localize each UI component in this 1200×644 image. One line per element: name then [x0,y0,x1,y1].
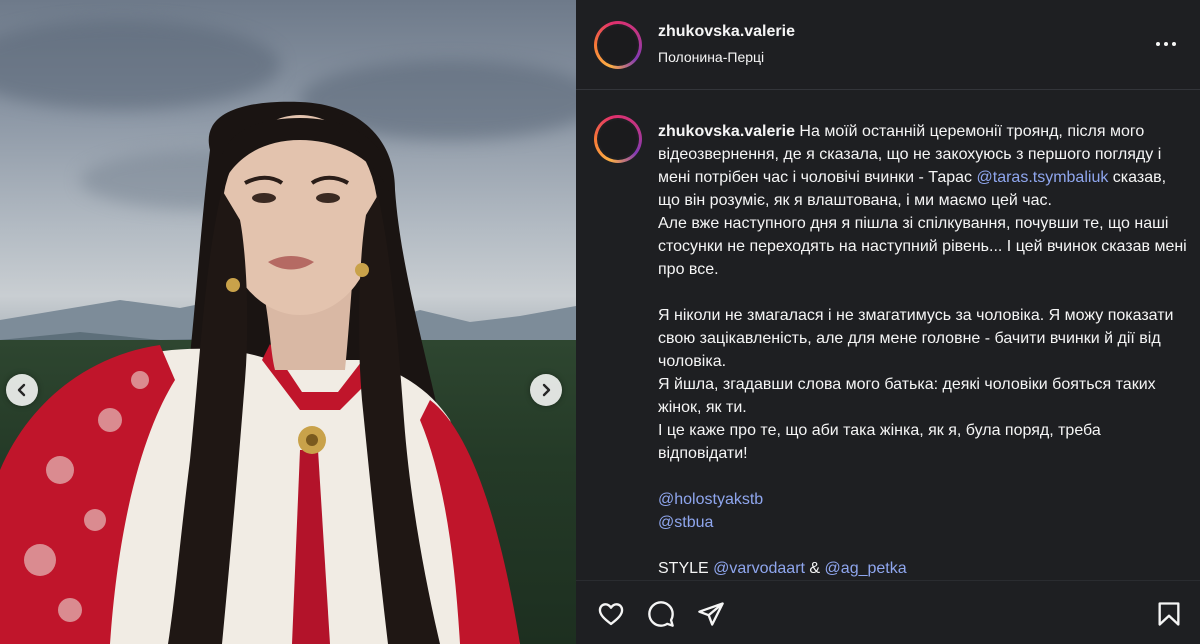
chevron-left-icon [17,383,26,397]
caption-text: STYLE [658,560,714,577]
woman-portrait [0,101,520,644]
post-side-panel: zhukovska.valerie Полонина-Перці zhukovs… [576,0,1200,644]
mention-link[interactable]: @ag_petka [825,560,907,577]
heart-icon [598,603,624,626]
post-caption: zhukovska.valerie На моїй останній церем… [658,120,1188,580]
paper-plane-icon [698,602,724,626]
carousel-prev-button[interactable] [6,374,38,406]
mention-link[interactable]: @stbua [658,514,713,531]
caption-section[interactable]: zhukovska.valerie На моїй останній церем… [576,91,1200,580]
caption-author-avatar[interactable] [594,115,642,163]
author-avatar[interactable] [594,21,642,69]
caption-text: Але вже наступного дня я пішла зі спілку… [658,215,1192,278]
save-button[interactable] [1154,599,1184,629]
more-options-button[interactable] [1152,34,1180,54]
post-actions-bar [576,580,1200,644]
post-location[interactable]: Полонина-Перці [658,49,764,65]
share-button[interactable] [696,599,726,629]
caption-text: Я йшла, згадавши слова мого батька: деяк… [658,376,1161,416]
comment-icon [648,601,674,627]
chevron-right-icon [542,383,551,397]
carousel-next-button[interactable] [530,374,562,406]
caption-username[interactable]: zhukovska.valerie [658,123,795,140]
post-photo[interactable] [0,0,576,644]
more-horizontal-icon [1156,42,1160,46]
comment-button[interactable] [646,599,676,629]
caption-text: & [804,560,825,577]
bookmark-icon [1158,602,1180,626]
author-username[interactable]: zhukovska.valerie [658,23,795,41]
like-button[interactable] [596,599,626,629]
mention-link[interactable]: @varvodaart [713,560,805,577]
caption-text: Я ніколи не змагалася і не змагатимусь з… [658,307,1178,370]
mention-link[interactable]: @taras.tsymbaliuk [977,169,1109,186]
mention-link[interactable]: @holostyakstb [658,491,763,508]
caption-text: І це каже про те, що аби така жінка, як … [658,422,1106,462]
post-header: zhukovska.valerie Полонина-Перці [576,0,1200,90]
